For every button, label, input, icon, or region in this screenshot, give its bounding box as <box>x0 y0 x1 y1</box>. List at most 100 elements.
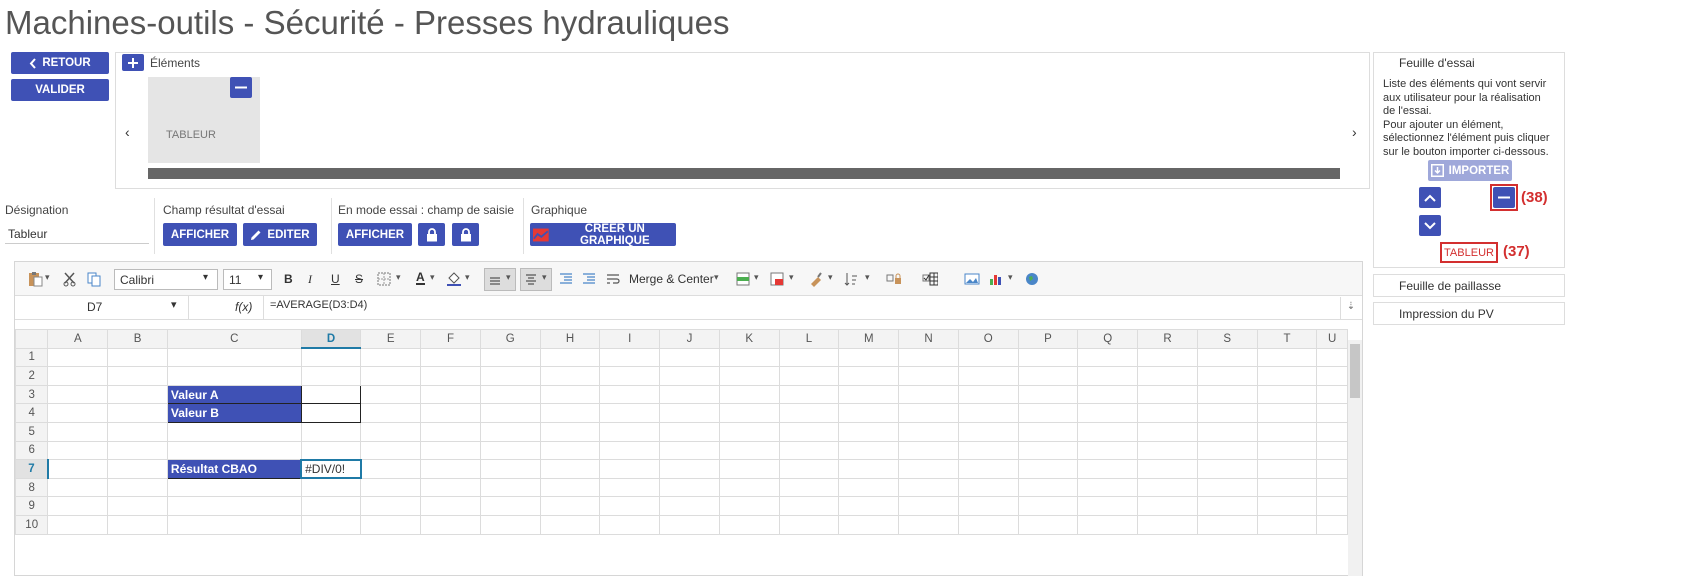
cell-d3[interactable] <box>300 384 362 405</box>
cell[interactable] <box>1077 366 1139 386</box>
cell[interactable] <box>957 496 1019 516</box>
indent-increase-icon[interactable] <box>581 271 597 287</box>
cell[interactable] <box>166 496 302 516</box>
cell[interactable] <box>599 347 661 368</box>
cell[interactable] <box>107 477 168 498</box>
cell[interactable] <box>107 421 168 442</box>
cell[interactable] <box>718 440 780 461</box>
cell-valeur-a[interactable]: Valeur A <box>166 384 302 405</box>
cell[interactable] <box>778 403 840 423</box>
bold-icon[interactable]: B <box>284 272 293 286</box>
cell[interactable] <box>360 366 422 386</box>
chevron-down-icon[interactable]: ▾ <box>465 272 470 283</box>
cell[interactable] <box>539 459 601 479</box>
column-header[interactable]: N <box>898 329 959 349</box>
column-header[interactable]: P <box>1017 329 1079 349</box>
result-show-button[interactable]: AFFICHER <box>163 223 237 246</box>
cell[interactable] <box>1137 477 1198 498</box>
column-header[interactable]: U <box>1316 329 1348 349</box>
cell[interactable] <box>659 496 720 516</box>
formula-input[interactable]: =AVERAGE(D3:D4) <box>270 299 367 311</box>
cell[interactable] <box>957 347 1019 368</box>
row-header[interactable]: 1 <box>14 347 49 368</box>
chevron-down-icon[interactable]: ▾ <box>714 272 719 283</box>
cell[interactable] <box>107 403 168 423</box>
delete-row-icon[interactable] <box>769 271 785 287</box>
indent-decrease-icon[interactable] <box>558 271 574 287</box>
font-color-icon[interactable]: A <box>416 271 425 285</box>
cell[interactable] <box>1017 459 1079 479</box>
checkbox-table-icon[interactable] <box>922 271 938 287</box>
cell[interactable] <box>420 403 481 423</box>
wrap-text-icon[interactable] <box>605 271 621 287</box>
cell[interactable] <box>1316 514 1348 535</box>
insert-row-icon[interactable] <box>735 271 751 287</box>
cell[interactable] <box>47 477 109 498</box>
cell[interactable] <box>1137 421 1198 442</box>
cell[interactable] <box>1196 403 1258 423</box>
cell[interactable] <box>838 514 900 535</box>
cell[interactable] <box>1137 366 1198 386</box>
back-button[interactable]: RETOUR <box>11 52 109 74</box>
cell[interactable] <box>539 514 601 535</box>
cell[interactable] <box>107 496 168 516</box>
cell[interactable] <box>1316 403 1348 423</box>
cell[interactable] <box>300 496 362 516</box>
cell[interactable] <box>718 347 780 368</box>
cell[interactable] <box>1077 347 1139 368</box>
sheet-tab-pv[interactable]: Impression du PV <box>1373 302 1565 325</box>
column-header[interactable]: L <box>778 329 840 349</box>
cell[interactable] <box>479 496 541 516</box>
cell[interactable] <box>898 403 959 423</box>
cell[interactable] <box>47 403 109 423</box>
cell[interactable] <box>47 459 109 479</box>
cell[interactable] <box>1017 366 1079 386</box>
cell[interactable] <box>166 477 302 498</box>
cell[interactable] <box>599 496 661 516</box>
cell[interactable] <box>1137 514 1198 535</box>
sheet-item-tableur[interactable]: TABLEUR <box>1440 242 1498 263</box>
cell[interactable] <box>599 366 661 386</box>
move-up-button[interactable] <box>1419 187 1441 208</box>
clear-format-icon[interactable] <box>808 271 824 287</box>
cell[interactable] <box>300 514 362 535</box>
column-header[interactable]: A <box>47 329 109 349</box>
cell[interactable] <box>1256 366 1318 386</box>
cell[interactable] <box>1196 459 1258 479</box>
cell[interactable] <box>166 514 302 535</box>
expand-formula-icon[interactable]: ⇣ <box>1340 297 1361 319</box>
cell[interactable] <box>1196 514 1258 535</box>
cell[interactable] <box>599 440 661 461</box>
designation-input[interactable]: Tableur <box>5 222 149 244</box>
cell[interactable] <box>1256 440 1318 461</box>
cell[interactable] <box>898 347 959 368</box>
cell[interactable] <box>1256 403 1318 423</box>
create-chart-button[interactable]: CRÉER UN GRAPHIQUE <box>530 223 676 247</box>
font-family-select[interactable]: Calibri ▾ <box>114 269 218 290</box>
cell[interactable] <box>838 366 900 386</box>
cell[interactable] <box>166 366 302 386</box>
cell-valeur-b[interactable]: Valeur B <box>166 403 302 423</box>
cell[interactable] <box>479 421 541 442</box>
cell[interactable] <box>166 440 302 461</box>
italic-icon[interactable]: I <box>308 272 312 287</box>
corner-cell[interactable] <box>14 329 49 349</box>
column-header[interactable]: T <box>1256 329 1318 349</box>
cell[interactable] <box>300 477 362 498</box>
cell[interactable] <box>1017 440 1079 461</box>
add-element-button[interactable] <box>122 54 144 71</box>
cell[interactable] <box>838 477 900 498</box>
chevron-down-icon[interactable]: ▾ <box>828 272 833 283</box>
cell[interactable] <box>539 366 601 386</box>
cell[interactable] <box>1077 384 1139 405</box>
cell[interactable] <box>479 366 541 386</box>
cell[interactable] <box>1256 514 1318 535</box>
cell[interactable] <box>659 347 720 368</box>
lock-button-1[interactable] <box>418 223 445 246</box>
cell[interactable] <box>778 384 840 405</box>
chevron-down-icon[interactable]: ▾ <box>789 272 794 283</box>
cell[interactable] <box>599 403 661 423</box>
grid-scroll-thumb[interactable] <box>1350 344 1360 398</box>
cell[interactable] <box>838 440 900 461</box>
cell[interactable] <box>1256 347 1318 368</box>
